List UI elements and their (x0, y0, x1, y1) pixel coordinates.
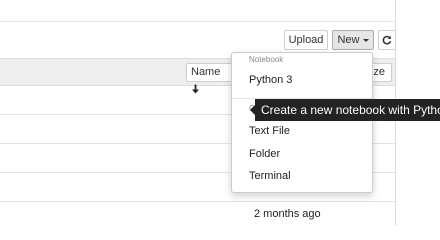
menu-item-python3[interactable]: Python 3 (249, 74, 292, 86)
caret-down-icon (362, 38, 369, 42)
menu-section-notebook: Notebook (249, 55, 284, 64)
menu-item-folder[interactable]: Folder (249, 148, 280, 160)
sort-last-modified-label: ze (373, 66, 385, 78)
new-button[interactable]: New (332, 30, 374, 50)
divider (0, 21, 396, 22)
sort-name-label: Name (191, 66, 221, 78)
upload-button-label: Upload (288, 34, 324, 46)
arrow-down-icon (192, 84, 199, 94)
refresh-button[interactable] (378, 30, 396, 50)
row-divider (0, 201, 395, 202)
sort-by-name-button[interactable]: Name (186, 63, 234, 94)
menu-item-text-file[interactable]: Text File (249, 125, 290, 137)
refresh-icon (382, 35, 392, 45)
row-modified-time: 2 months ago (254, 208, 321, 220)
new-button-label: New (337, 34, 360, 46)
new-notebook-tooltip: Create a new notebook with Python 3 (255, 99, 440, 121)
upload-button[interactable]: Upload (284, 30, 328, 50)
menu-item-terminal[interactable]: Terminal (249, 170, 291, 182)
